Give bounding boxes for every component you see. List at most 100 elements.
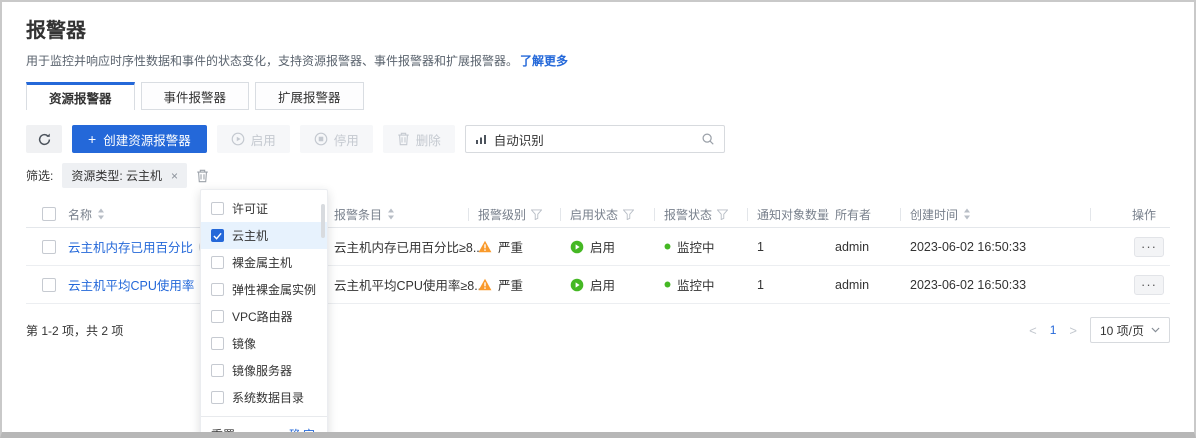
filter-funnel-icon[interactable] [623,209,634,220]
refresh-button[interactable] [26,125,62,153]
window-frame: 报警器 用于监控并响应时序性数据和事件的状态变化，支持资源报警器、事件报警器和扩… [0,0,1196,438]
page-title: 报警器 [26,14,1170,43]
alarm-name-link[interactable]: 云主机平均CPU使用率 [68,275,194,294]
search-input[interactable]: 自动识别 [465,125,725,153]
search-icon[interactable] [701,132,715,146]
row-level-cell: 严重 [468,237,560,256]
dropdown-option-system-data-catalog[interactable]: 系统数据目录 [201,384,327,411]
checkbox-unchecked[interactable] [211,256,224,269]
play-circle-icon [231,132,245,146]
alarm-name-link[interactable]: 云主机内存已用百分比 [68,237,193,256]
col-create-time[interactable]: 创建时间 [900,201,1090,227]
clear-filters-trash-icon[interactable] [196,169,209,183]
dropdown-option-baremetal-host[interactable]: 裸金属主机 [201,249,327,276]
row-checkbox[interactable] [42,278,56,292]
checkbox-unchecked[interactable] [211,337,224,350]
filter-tag-close-icon[interactable]: × [171,170,178,182]
more-actions-button[interactable]: ··· [1134,237,1164,257]
page-size-value: 10 项/页 [1100,322,1144,339]
search-value: 自动识别 [494,130,694,149]
next-page-button[interactable]: > [1069,323,1077,338]
status-text: 监控中 [677,237,715,256]
tab-extension-alarm[interactable]: 扩展报警器 [255,82,364,110]
alarm-page: 报警器 用于监控并响应时序性数据和事件的状态变化，支持资源报警器、事件报警器和扩… [2,2,1194,432]
severity-warning-icon [478,278,492,291]
create-alarm-button[interactable]: + 创建资源报警器 [72,125,207,153]
filter-bar: 筛选: 资源类型: 云主机 × [2,163,1194,188]
tab-bar: 资源报警器 事件报警器 扩展报警器 [2,82,1194,110]
row-status-cell: 监控中 [654,275,747,294]
col-alarm-level[interactable]: 报警级别 [468,201,560,227]
status-dot-icon [664,243,671,250]
page-size-select[interactable]: 10 项/页 [1090,317,1170,343]
checkbox-unchecked[interactable] [211,364,224,377]
chevron-down-icon [1151,327,1160,333]
col-action: 操作 [1090,201,1170,227]
dropdown-option-vm[interactable]: 云主机 [201,222,327,249]
table-row: 云主机平均CPU使用率 默 云主机平均CPU使用率≥8... 严重 启用 监控中 [26,266,1170,304]
status-text: 监控中 [677,275,715,294]
row-action-cell: ··· [1090,237,1170,257]
page-header: 报警器 用于监控并响应时序性数据和事件的状态变化，支持资源报警器、事件报警器和扩… [2,2,1194,69]
filter-funnel-icon[interactable] [717,209,728,220]
page-number[interactable]: 1 [1050,323,1057,337]
filter-tag[interactable]: 资源类型: 云主机 × [62,163,187,188]
checkbox-unchecked[interactable] [211,202,224,215]
sort-icon[interactable] [963,208,971,220]
trash-icon [397,132,410,146]
row-name-cell: 云主机平均CPU使用率 默 [58,275,208,294]
row-notify-cell: 1 [747,240,825,254]
dropdown-scrollbar[interactable] [321,204,325,238]
row-action-cell: ··· [1090,275,1170,295]
row-checkbox[interactable] [42,240,56,254]
col-name[interactable]: 名称 [58,201,208,227]
dropdown-option-image[interactable]: 镜像 [201,330,327,357]
disable-label: 停用 [334,130,359,149]
sort-icon[interactable] [387,208,395,220]
enabled-play-icon [570,278,584,292]
sort-icon[interactable] [97,208,105,220]
tab-resource-alarm[interactable]: 资源报警器 [26,82,135,110]
create-alarm-label: 创建资源报警器 [103,130,191,149]
col-owner: 所有者 [825,201,900,227]
dropdown-option-vpc-router[interactable]: VPC路由器 [201,303,327,330]
filter-label: 筛选: [26,167,53,184]
smart-search-bars-icon [475,133,487,145]
level-text: 严重 [498,237,523,256]
learn-more-link[interactable]: 了解更多 [520,54,568,68]
col-alarm-state[interactable]: 报警状态 [654,201,747,227]
refresh-icon [37,132,52,147]
dropdown-option-image-server[interactable]: 镜像服务器 [201,357,327,384]
tab-event-alarm[interactable]: 事件报警器 [141,82,250,110]
checkbox-unchecked[interactable] [211,283,224,296]
row-created-cell: 2023-06-02 16:50:33 [900,240,1090,254]
filter-tag-text: 资源类型: 云主机 [71,167,162,184]
select-all-checkbox[interactable] [42,207,56,221]
checkbox-unchecked[interactable] [211,391,224,404]
enable-button[interactable]: 启用 [217,125,290,153]
dropdown-option-elastic-baremetal[interactable]: 弹性裸金属实例 [201,276,327,303]
col-alarm-entry[interactable]: 报警条目 [324,201,468,227]
prev-page-button[interactable]: < [1029,323,1037,338]
confirm-button[interactable]: 确定 [289,426,317,432]
disable-button[interactable]: 停用 [300,125,373,153]
severity-warning-icon [478,240,492,253]
more-actions-button[interactable]: ··· [1134,275,1164,295]
col-notify-count: 通知对象数量 [747,201,825,227]
col-enable-state[interactable]: 启用状态 [560,201,654,227]
dropdown-option-license[interactable]: 许可证 [201,195,327,222]
checkbox-unchecked[interactable] [211,310,224,323]
row-owner-cell: admin [825,240,900,254]
subtitle-text: 用于监控并响应时序性数据和事件的状态变化，支持资源报警器、事件报警器和扩展报警器… [26,54,518,68]
checkbox-checked[interactable] [211,229,224,242]
enabled-text: 启用 [590,237,615,256]
dropdown-footer: 重置 确定 [201,416,327,432]
status-dot-icon [664,281,671,288]
delete-button[interactable]: 删除 [383,125,455,153]
toolbar: + 创建资源报警器 启用 停用 删除 自动识别 [2,125,1194,153]
pagination: < 1 > 10 项/页 [1029,317,1170,343]
filter-funnel-icon[interactable] [531,209,542,220]
reset-button[interactable]: 重置 [211,426,235,432]
enabled-play-icon [570,240,584,254]
table-row: 云主机内存已用百分比 默 云主机内存已用百分比≥8... 严重 启用 监控中 [26,228,1170,266]
